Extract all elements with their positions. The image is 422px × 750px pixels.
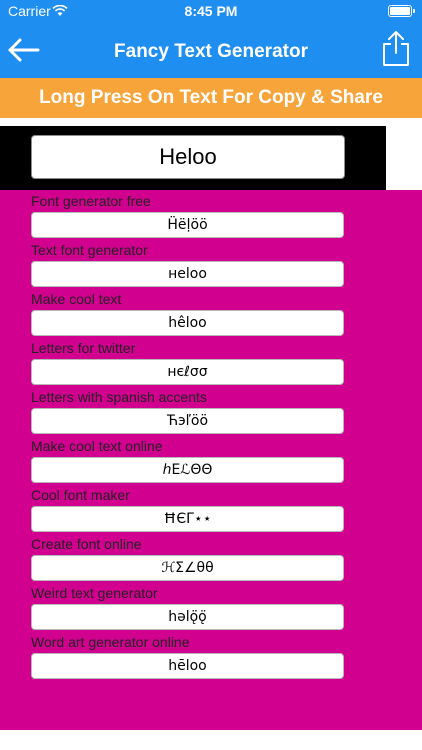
- share-icon[interactable]: [380, 28, 412, 68]
- result-text-box[interactable]: ℎEℒΘΘ: [31, 457, 344, 483]
- result-text-box[interactable]: hêloo: [31, 310, 344, 336]
- result-label: Font generator free: [31, 193, 151, 209]
- result-text-box[interactable]: нєℓσσ: [31, 359, 344, 385]
- result-text-box[interactable]: hǝlǫ̈ǫ̈: [31, 604, 344, 630]
- battery-icon: [388, 5, 415, 17]
- nav-bar: Fancy Text Generator: [0, 22, 422, 78]
- result-label: Make cool text online: [31, 438, 163, 454]
- result-label: Weird text generator: [31, 585, 158, 601]
- result-text-box[interactable]: Ḧëḷöö: [31, 212, 344, 238]
- text-input[interactable]: [31, 135, 345, 179]
- result-text-box[interactable]: нeloo: [31, 261, 344, 287]
- status-time: 8:45 PM: [184, 3, 238, 19]
- result-label: Cool font maker: [31, 487, 130, 503]
- result-label: Letters for twitter: [31, 340, 136, 356]
- result-text-box[interactable]: hēloo: [31, 653, 344, 679]
- result-label: Make cool text: [31, 291, 122, 307]
- result-text-box[interactable]: ℋΣ∠θθ: [31, 555, 344, 581]
- result-label: Text font generator: [31, 242, 148, 258]
- results-list: Font generator free Ḧëḷöö Text font gene…: [0, 190, 422, 730]
- status-bar: Carrier 8:45 PM: [0, 0, 422, 22]
- result-label: Word art generator online: [31, 634, 190, 650]
- page-title: Fancy Text Generator: [114, 41, 308, 62]
- input-panel: [0, 126, 386, 190]
- copy-share-banner: Long Press On Text For Copy & Share: [0, 78, 422, 118]
- result-text-box[interactable]: ĦЄΓ⋆⋆: [31, 506, 344, 532]
- result-text-box[interactable]: Ћэľöö: [31, 408, 344, 434]
- result-label: Letters with spanish accents: [31, 389, 207, 405]
- result-label: Create font online: [31, 536, 142, 552]
